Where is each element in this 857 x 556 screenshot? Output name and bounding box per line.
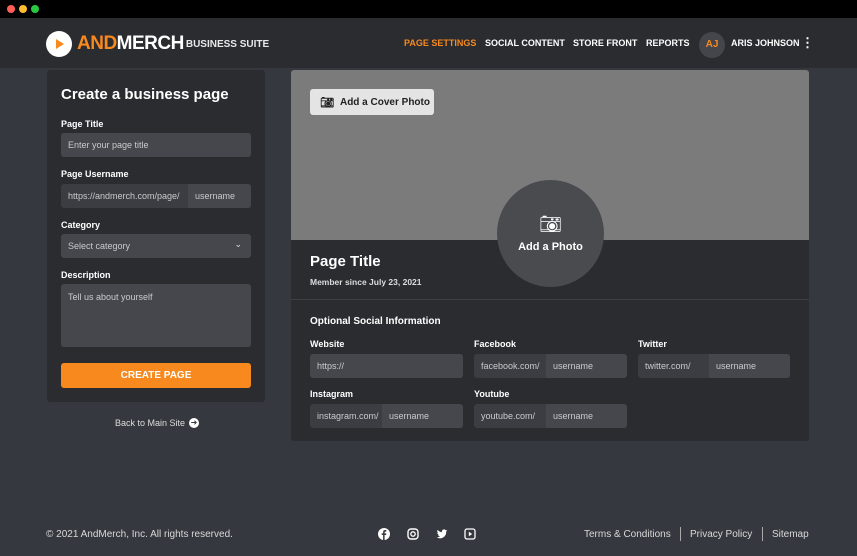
form-title: Create a business page xyxy=(61,86,229,103)
preview-page-title: Page Title xyxy=(310,253,381,270)
twitter-prefix: twitter.com/ xyxy=(638,354,709,378)
youtube-label: Youtube xyxy=(474,389,510,399)
youtube-input[interactable]: username xyxy=(546,404,627,428)
copyright: © 2021 AndMerch, Inc. All rights reserve… xyxy=(46,529,233,540)
nav-reports[interactable]: REPORTS xyxy=(646,38,690,48)
user-name[interactable]: ARIS JOHNSON xyxy=(731,38,800,48)
facebook-input[interactable]: username xyxy=(546,354,627,378)
nav-social-content[interactable]: SOCIAL CONTENT xyxy=(485,38,565,48)
page-title-label: Page Title xyxy=(61,119,104,129)
close-window-button[interactable] xyxy=(7,5,15,13)
create-page-button[interactable]: CREATE PAGE xyxy=(61,363,251,388)
website-input[interactable]: https:// xyxy=(310,354,463,378)
maximize-window-button[interactable] xyxy=(31,5,39,13)
social-section-title: Optional Social Information xyxy=(310,316,441,327)
youtube-prefix: youtube.com/ xyxy=(474,404,546,428)
facebook-prefix: facebook.com/ xyxy=(474,354,546,378)
sitemap-link[interactable]: Sitemap xyxy=(772,529,809,540)
instagram-input[interactable]: username xyxy=(382,404,463,428)
terms-link[interactable]: Terms & Conditions xyxy=(584,529,671,540)
back-label: Back to Main Site xyxy=(115,418,186,428)
youtube-icon[interactable] xyxy=(464,528,476,540)
category-label: Category xyxy=(61,220,101,230)
instagram-icon[interactable] xyxy=(407,528,419,540)
privacy-link[interactable]: Privacy Policy xyxy=(690,529,752,540)
instagram-label: Instagram xyxy=(310,389,354,399)
add-photo-label: Add a Photo xyxy=(518,241,583,253)
avatar[interactable]: AJ xyxy=(699,32,725,58)
twitter-input[interactable]: username xyxy=(709,354,790,378)
description-textarea[interactable]: Tell us about yourself xyxy=(61,284,251,347)
page-title-input[interactable]: Enter your page title xyxy=(61,133,251,157)
divider xyxy=(291,299,809,300)
create-page-form: Create a business page Page Title Enter … xyxy=(47,70,265,402)
page-username-label: Page Username xyxy=(61,169,129,179)
category-select[interactable]: Select category ⌄ xyxy=(61,234,251,258)
arrow-right-circle-icon: ➜ xyxy=(189,418,200,428)
add-cover-photo-button[interactable]: 📷︎ Add a Cover Photo xyxy=(310,89,434,115)
divider xyxy=(680,527,681,541)
username-prefix: https://andmerch.com/page/ xyxy=(61,184,188,208)
cover-button-label: Add a Cover Photo xyxy=(339,96,430,108)
website-label: Website xyxy=(310,339,345,349)
page-preview: 📷︎ Add a Cover Photo 📷︎ Add a Photo Page T… xyxy=(291,70,809,441)
chevron-down-icon: ⌄ xyxy=(234,239,242,249)
minimize-window-button[interactable] xyxy=(19,5,27,13)
more-options-icon[interactable]: ⋮ xyxy=(801,35,814,51)
header: ANDMERCH BUSINESS SUITE PAGE SETTINGS SO… xyxy=(0,18,857,68)
nav-page-settings[interactable]: PAGE SETTINGS xyxy=(404,38,476,48)
divider xyxy=(762,527,763,541)
camera-icon: 📷︎ xyxy=(539,214,562,234)
twitter-icon[interactable] xyxy=(436,528,448,540)
description-label: Description xyxy=(61,270,111,280)
window-titlebar xyxy=(0,0,857,18)
category-value: Select category xyxy=(68,241,131,251)
member-since: Member since July 23, 2021 xyxy=(310,277,422,287)
add-photo-button[interactable]: 📷︎ Add a Photo xyxy=(497,180,604,287)
facebook-icon[interactable] xyxy=(378,528,390,540)
nav-store-front[interactable]: STORE FRONT xyxy=(573,38,637,48)
instagram-prefix: instagram.com/ xyxy=(310,404,382,428)
back-to-main-link[interactable]: Back to Main Site ➜ xyxy=(115,418,200,428)
facebook-label: Facebook xyxy=(474,339,517,349)
twitter-label: Twitter xyxy=(638,339,667,349)
camera-icon: 📷︎ xyxy=(320,96,334,109)
page-username-input[interactable]: username xyxy=(188,184,251,208)
